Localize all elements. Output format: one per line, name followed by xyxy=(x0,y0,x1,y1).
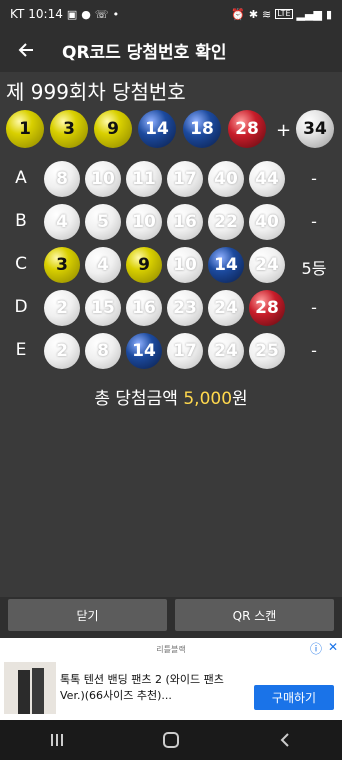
ad-buy-button[interactable]: 구매하기 xyxy=(254,685,334,710)
total-prize: 총 당첨금액 5,000원 xyxy=(0,384,342,409)
status-right: ⏰ ✱ ≋ LTE ▂▄▆ ▮ xyxy=(231,9,332,20)
ticket-ball: 22 xyxy=(208,204,244,240)
ticket-ball: 40 xyxy=(208,161,244,197)
ticket-label: C xyxy=(15,254,27,274)
close-button[interactable]: 닫기 xyxy=(8,599,167,631)
ticket-ball: 5 xyxy=(85,204,121,240)
clock: 10:14 xyxy=(28,7,63,21)
ticket-result: - xyxy=(311,212,317,231)
ticket-ball: 10 xyxy=(85,161,121,197)
battery-icon: ▮ xyxy=(325,7,332,21)
ticket-ball: 8 xyxy=(85,333,121,369)
ticket-label: A xyxy=(15,168,27,188)
total-label: 총 당첨금액 xyxy=(94,389,178,409)
ticket-ball: 2 xyxy=(44,333,80,369)
status-bar: KT 10:14 ▣ ● ☏ • ⏰ ✱ ≋ LTE ▂▄▆ ▮ xyxy=(0,0,342,28)
signal-icon: ▂▄▆ xyxy=(296,7,322,21)
alarm-icon: ⏰ xyxy=(231,7,245,21)
winning-ball: 9 xyxy=(94,110,132,148)
ticket-ball: 10 xyxy=(167,247,203,283)
ticket-ball: 17 xyxy=(167,333,203,369)
ticket-result: - xyxy=(311,169,317,188)
carrier-label: KT xyxy=(10,7,25,21)
draw-title: 제 999회차 당첨번호 xyxy=(6,80,186,104)
system-nav-bar xyxy=(0,720,342,760)
ticket-ball: 3 xyxy=(44,247,80,283)
ticket-ball: 40 xyxy=(249,204,285,240)
ticket-ball: 14 xyxy=(126,333,162,369)
ticket-ball: 4 xyxy=(85,247,121,283)
ticket-ball: 16 xyxy=(167,204,203,240)
ticket-label: B xyxy=(15,211,27,231)
ticket-ball: 8 xyxy=(44,161,80,197)
ticket-ball: 9 xyxy=(126,247,162,283)
ticket-ball: 17 xyxy=(167,161,203,197)
ticket-ball: 23 xyxy=(167,290,203,326)
wifi-icon: ≋ xyxy=(262,7,272,21)
ad-close-icon[interactable]: ✕ xyxy=(328,640,338,654)
arrow-left-icon xyxy=(18,43,33,57)
winning-ball: 18 xyxy=(183,110,221,148)
home-icon[interactable] xyxy=(151,720,191,760)
ticket-result: - xyxy=(311,341,317,360)
ticket-ball: 24 xyxy=(249,247,285,283)
ticket-ball: 2 xyxy=(44,290,80,326)
app-bar: QR코드 당첨번호 확인 xyxy=(0,28,342,72)
dot-icon: • xyxy=(112,7,120,21)
bluetooth-icon: ✱ xyxy=(248,7,259,21)
ticket-ball: 15 xyxy=(85,290,121,326)
ticket-label: D xyxy=(14,297,28,317)
ticket-ball: 4 xyxy=(44,204,80,240)
status-left: KT 10:14 ▣ ● ☏ • xyxy=(10,7,119,21)
recent-apps-icon[interactable] xyxy=(37,720,77,760)
ad-source: 리틀블랙 xyxy=(156,645,186,654)
wifi-call-icon: ☏ xyxy=(94,7,109,21)
winning-ball: 1 xyxy=(6,110,44,148)
ad-thumbnail[interactable] xyxy=(4,662,56,714)
lte-icon: LTE xyxy=(275,9,293,19)
image-icon: ▣ xyxy=(66,7,78,21)
bonus-plus: + xyxy=(276,120,292,141)
winning-ball: 3 xyxy=(50,110,88,148)
total-amount: 5,000 xyxy=(183,389,233,409)
ticket-result: 5등 xyxy=(301,259,327,278)
result-panel: 제 999회차 당첨번호 1 3 9 14 18 28 34 + A 8 10 11 17 40 44-… xyxy=(0,72,342,597)
page-title: QR코드 당첨번호 확인 xyxy=(62,42,227,63)
ticket-ball: 25 xyxy=(249,333,285,369)
qr-scan-button[interactable]: QR 스캔 xyxy=(175,599,334,631)
chat-icon: ● xyxy=(81,7,91,21)
back-button[interactable] xyxy=(4,28,48,72)
ticket-label: E xyxy=(15,340,27,360)
ticket-ball: 14 xyxy=(208,247,244,283)
ticket-ball: 24 xyxy=(208,333,244,369)
ad-text[interactable]: 톡톡 텐션 밴딩 팬츠 2 (와이드 팬츠 Ver.)(66사이즈 추천)... xyxy=(60,672,240,704)
ticket-result: - xyxy=(311,298,317,317)
ticket-ball: 11 xyxy=(126,161,162,197)
total-currency: 원 xyxy=(232,389,248,409)
ticket-ball: 24 xyxy=(208,290,244,326)
winning-ball: 14 xyxy=(138,110,176,148)
ad-info-icon[interactable]: ⓘ xyxy=(310,640,322,657)
bonus-ball: 34 xyxy=(296,110,334,148)
ticket-ball: 10 xyxy=(126,204,162,240)
ticket-ball: 44 xyxy=(249,161,285,197)
back-icon[interactable] xyxy=(265,720,305,760)
ticket-ball: 28 xyxy=(249,290,285,326)
winning-ball: 28 xyxy=(228,110,266,148)
ticket-ball: 16 xyxy=(126,290,162,326)
